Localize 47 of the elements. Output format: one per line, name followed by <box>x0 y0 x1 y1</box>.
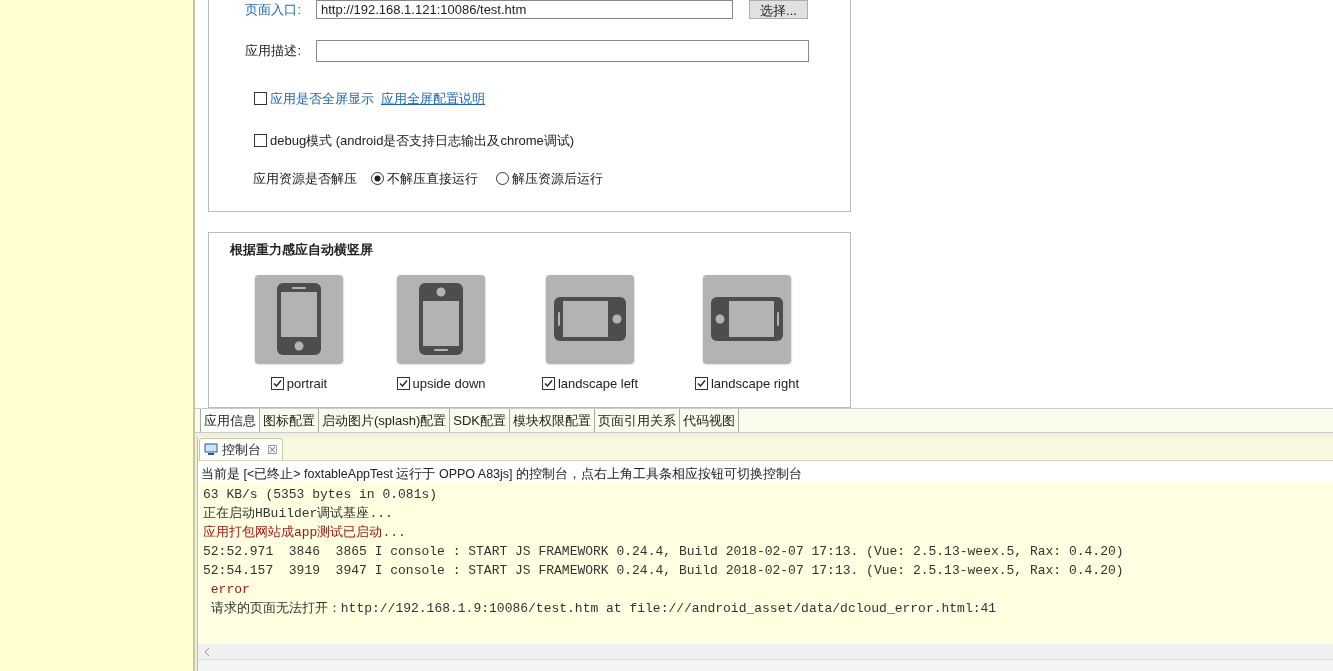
console-line: 52:52.971 3846 3865 I console : START JS FRAMEWORK 0.24.4, Build 2018-02-07 17:13. (Vue: 2.5.13-weex.5, Rax: 0.4.20) <box>203 543 1124 561</box>
console-tab-title: 控制台 <box>222 440 261 459</box>
checkbox-label[interactable]: upside down <box>412 374 486 394</box>
field-label: 页面入口: <box>244 0 302 19</box>
console-line: 应用打包网站成app测试已启动... <box>203 524 406 542</box>
text-field[interactable]: http://192.168.1.121:10086/test.htm <box>316 0 733 19</box>
orientation-option[interactable] <box>703 275 791 363</box>
orientation-option[interactable] <box>255 275 343 363</box>
console-line: 请求的页面无法打开：http://192.168.1.9:10086/test.htm at file:///android_asset/data/dcloud_error.html:41 <box>209 600 997 618</box>
checkbox[interactable] <box>254 133 267 147</box>
text-field[interactable] <box>316 40 809 62</box>
config-link[interactable]: 应用全屏配置说明 <box>381 89 485 109</box>
console-line: 63 KB/s (5353 bytes in 0.081s) <box>203 486 438 504</box>
console-line: 正在启动HBuilder调试基座... <box>203 505 393 523</box>
editor-tab[interactable]: 页面引用关系 <box>595 409 680 432</box>
editor-tab[interactable]: 模块权限配置 <box>510 409 595 432</box>
editor-tab[interactable]: SDK配置 <box>450 409 510 432</box>
console-status: 当前是 [<已终止> foxtableAppTest 运行于 OPPO A83js] 的控制台，点右上角工具条相应按钮可切换控制台 <box>200 466 803 483</box>
checkbox-label[interactable]: debug模式 (android是否支持日志输出及chrome调试) <box>270 130 575 150</box>
choose-button[interactable]: 选择... <box>749 0 808 19</box>
section-title: 根据重力感应自动横竖屏 <box>230 241 373 259</box>
checkbox[interactable] <box>694 377 708 391</box>
checkbox-label[interactable]: landscape left <box>557 374 639 394</box>
editor-tab[interactable]: 应用信息 <box>200 409 260 432</box>
console-line: error <box>209 581 250 599</box>
checkbox-label[interactable]: portrait <box>286 374 328 394</box>
orientation-option[interactable] <box>546 275 634 363</box>
console-line: 52:54.157 3919 3947 I console : START JS FRAMEWORK 0.24.4, Build 2018-02-07 17:13. (Vue: 2.5.13-weex.5, Rax: 0.4.20) <box>203 562 1124 580</box>
radio-label[interactable]: 不解压直接运行 <box>387 169 478 189</box>
checkbox[interactable] <box>254 92 267 106</box>
radio-label[interactable]: 解压资源后运行 <box>512 169 603 189</box>
horizontal-scrollbar[interactable] <box>198 644 1333 659</box>
editor-tab[interactable]: 代码视图 <box>680 409 739 432</box>
radio-group-label: 应用资源是否解压 <box>253 170 357 188</box>
monitor-icon <box>204 443 218 456</box>
checkbox[interactable] <box>541 377 555 391</box>
checkbox-label[interactable]: landscape right <box>710 374 800 394</box>
orientation-option[interactable] <box>397 275 485 363</box>
field-label: 应用描述: <box>244 42 302 61</box>
checkbox[interactable] <box>396 377 410 391</box>
console-tab[interactable]: 控制台 ☒ <box>199 438 283 460</box>
checkbox[interactable] <box>270 377 284 391</box>
checkbox-label[interactable]: 应用是否全屏显示 <box>270 89 374 109</box>
editor-tab[interactable]: 启动图片(splash)配置 <box>319 409 451 432</box>
close-icon[interactable]: ☒ <box>267 440 278 459</box>
radio-button[interactable] <box>371 172 384 186</box>
radio-button[interactable] <box>496 172 509 186</box>
